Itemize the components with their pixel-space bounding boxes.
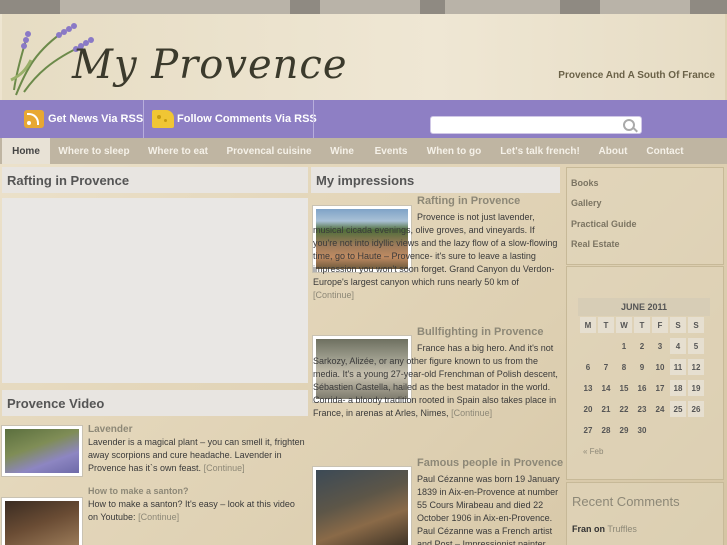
- nav-tab-events[interactable]: Events: [366, 138, 416, 164]
- recent-comments-box: [566, 482, 724, 545]
- calendar-day: 28: [601, 425, 611, 435]
- sidebar-link-practical-guide[interactable]: Practical Guide: [571, 219, 637, 229]
- cezanne-post-image[interactable]: [313, 467, 411, 545]
- calendar-day: 23: [637, 404, 647, 414]
- nav-tab-about[interactable]: About: [592, 138, 634, 164]
- page: My Provence Provence And A South Of Fran…: [0, 0, 727, 545]
- cheese-icon: [152, 110, 174, 128]
- calendar-day-header: M: [580, 317, 596, 333]
- calendar-day: 5: [688, 338, 704, 354]
- main-nav: Home Where to sleep Where to eat Provenc…: [0, 138, 727, 164]
- post-text-bullfighting: France has a big hero. And it's not Sark…: [313, 343, 558, 418]
- rss-comments-link[interactable]: Follow Comments Via RSS: [152, 100, 317, 138]
- continue-link[interactable]: [Continue]: [138, 512, 179, 522]
- calendar-day: 26: [688, 401, 704, 417]
- search-icon[interactable]: [623, 119, 635, 131]
- sidebar-link-gallery[interactable]: Gallery: [571, 198, 602, 208]
- nav-tab-when-to-go[interactable]: When to go: [420, 138, 488, 164]
- continue-link[interactable]: [Continue]: [204, 463, 245, 473]
- site-logo-title[interactable]: My Provence: [72, 42, 348, 88]
- nav-tab-where-to-eat[interactable]: Where to eat: [140, 138, 216, 164]
- calendar-day: 16: [637, 383, 647, 393]
- post-text-rafting: Provence is not just lavender, musical c…: [313, 212, 558, 300]
- calendar-day: 29: [619, 425, 629, 435]
- calendar-day: 12: [688, 359, 704, 375]
- nav-tab-where-to-sleep[interactable]: Where to sleep: [52, 138, 136, 164]
- comment-on-text: on: [594, 524, 606, 534]
- calendar-day: 27: [583, 425, 593, 435]
- calendar-day: 25: [670, 401, 686, 417]
- continue-link[interactable]: [Continue]: [313, 290, 354, 300]
- calendar-day-header: S: [670, 317, 686, 333]
- comment-post-link[interactable]: Truffles: [607, 524, 637, 534]
- calendar-day: 9: [639, 362, 645, 372]
- calendar-day: 14: [601, 383, 611, 393]
- calendar-day: 10: [655, 362, 665, 372]
- provence-video-heading: Provence Video: [2, 390, 308, 416]
- calendar-day: 18: [670, 380, 686, 396]
- calendar-day: 17: [655, 383, 665, 393]
- calendar-day-header: W: [616, 317, 632, 333]
- lavender-video-thumbnail[interactable]: [2, 426, 82, 476]
- calendar-title: JUNE 2011: [578, 298, 710, 316]
- recent-comment-item: Fran on Truffles: [572, 524, 637, 534]
- continue-link[interactable]: [Continue]: [451, 408, 492, 418]
- post-title-bullfighting[interactable]: Bullfighting in Provence: [417, 326, 544, 338]
- calendar-day: 3: [657, 341, 663, 351]
- sidebar-link-books[interactable]: Books: [571, 178, 599, 188]
- top-photo-strip: [0, 0, 727, 14]
- site-tagline: Provence And A South Of France: [558, 70, 715, 81]
- recent-comments-heading: Recent Comments: [572, 494, 680, 509]
- video-text-lavender: Lavender is a magical plant – you can sm…: [88, 437, 305, 473]
- calendar-prev-link[interactable]: « Feb: [583, 447, 603, 456]
- left-video-heading: Rafting in Provence: [2, 167, 308, 193]
- rss-news-link[interactable]: Get News Via RSS: [24, 100, 143, 138]
- nav-tab-contact[interactable]: Contact: [638, 138, 692, 164]
- calendar-day: 21: [601, 404, 611, 414]
- video-player[interactable]: [2, 198, 308, 383]
- site-header: My Provence Provence And A South Of Fran…: [2, 14, 725, 100]
- post-text-famous-people: Paul Cézanne was born 19 January 1839 in…: [417, 474, 560, 545]
- post-title-famous-people[interactable]: Famous people in Provence: [417, 457, 563, 469]
- nav-tab-lets-talk-french[interactable]: Let's talk french!: [492, 138, 588, 164]
- calendar-day: 13: [583, 383, 593, 393]
- calendar-day: 30: [637, 425, 647, 435]
- calendar-day: 15: [619, 383, 629, 393]
- calendar-day: 24: [655, 404, 665, 414]
- calendar-day: 19: [688, 380, 704, 396]
- rss-comments-label: Follow Comments Via RSS: [177, 113, 317, 125]
- calendar-day: 22: [619, 404, 629, 414]
- nav-tab-provencal-cuisine[interactable]: Provencal cuisine: [220, 138, 318, 164]
- calendar-day: 4: [670, 338, 686, 354]
- video-title-lavender[interactable]: Lavender: [88, 424, 132, 435]
- calendar-day: 2: [639, 341, 645, 351]
- calendar-day-header: F: [652, 317, 668, 333]
- calendar-day: 20: [583, 404, 593, 414]
- calendar-day: 1: [621, 341, 627, 351]
- calendar-day: 8: [621, 362, 627, 372]
- santon-video-thumbnail[interactable]: [2, 498, 82, 545]
- video-text-santon: How to make a santon? It's easy – look a…: [88, 499, 295, 522]
- nav-tab-wine[interactable]: Wine: [322, 138, 362, 164]
- calendar-day-header: S: [688, 317, 704, 333]
- rss-icon: [24, 110, 44, 128]
- comment-author[interactable]: Fran: [572, 524, 592, 534]
- rss-news-label: Get News Via RSS: [48, 113, 144, 125]
- calendar-day-header: T: [634, 317, 650, 333]
- post-title-rafting[interactable]: Rafting in Provence: [417, 195, 520, 207]
- calendar-day: 11: [670, 359, 686, 375]
- impressions-heading: My impressions: [311, 167, 560, 193]
- calendar-day: 6: [585, 362, 591, 372]
- video-title-santon[interactable]: How to make a santon?: [88, 486, 189, 496]
- calendar-day-header: T: [598, 317, 614, 333]
- search-input[interactable]: [430, 116, 642, 134]
- nav-tab-home[interactable]: Home: [2, 138, 50, 164]
- sidebar-link-real-estate[interactable]: Real Estate: [571, 239, 620, 249]
- calendar-day: 7: [603, 362, 609, 372]
